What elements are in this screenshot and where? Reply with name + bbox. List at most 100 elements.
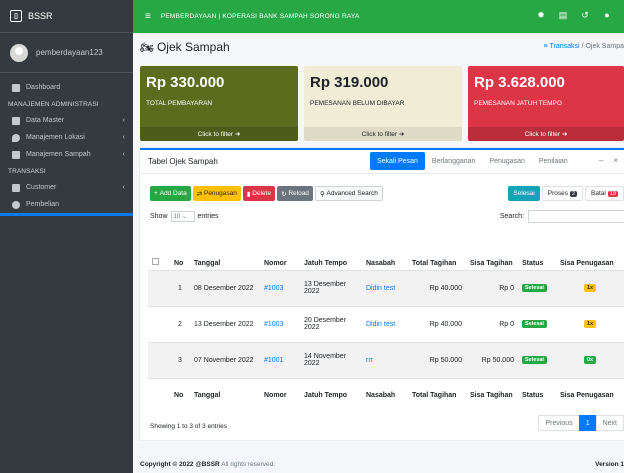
- penugasan-button[interactable]: ⇄ Penugasan: [192, 186, 241, 201]
- search-area: Search:: [500, 210, 624, 223]
- col-status[interactable]: Status: [518, 236, 556, 270]
- tab-berlangganan[interactable]: Berlangganan: [425, 152, 483, 170]
- tab-sekali-pesan[interactable]: Sekali Pesan: [370, 152, 425, 170]
- cell-nasabah-link[interactable]: Didin test: [362, 270, 408, 306]
- col-nasabah[interactable]: Nasabah: [362, 236, 408, 270]
- advanced-search-button[interactable]: ⚲ Advanced Search: [314, 186, 383, 201]
- rights-text: All rights reserved.: [221, 461, 276, 468]
- arrow-circle-right-icon: ➜: [398, 131, 405, 138]
- entries-select[interactable]: 10 ⌄: [170, 211, 195, 222]
- select-all-checkbox[interactable]: [152, 257, 159, 265]
- stat-filter-link[interactable]: Click to filter ➜: [304, 127, 462, 141]
- stat-boxes: Rp 330.000 TOTAL PEMBAYARAN Click to fil…: [140, 66, 624, 141]
- sidebar-item-pembelian[interactable]: Pembelian: [0, 196, 133, 213]
- col-nomor[interactable]: Nomor: [260, 236, 300, 270]
- hamburger-menu-icon[interactable]: ≡: [145, 11, 151, 22]
- nav-header-transaksi: TRANSAKSI: [8, 167, 46, 175]
- sidebar-item-manajemen-sampah[interactable]: Manajemen Sampah ‹: [0, 146, 133, 163]
- stat-label: PEMESANAN JATUH TEMPO: [474, 100, 562, 107]
- cell-nomor-link[interactable]: #1003: [260, 270, 300, 306]
- reload-button[interactable]: ↻ Reload: [277, 186, 313, 201]
- cell-nomor-link[interactable]: #1003: [260, 306, 300, 342]
- user-icon[interactable]: ●: [602, 10, 612, 20]
- brand[interactable]: ▯ BSSR: [0, 0, 133, 33]
- stat-box-belum-dibayar: Rp 319.000 PEMESANAN BELUM DIBAYAR Click…: [304, 66, 462, 141]
- col-no[interactable]: No: [170, 236, 190, 270]
- close-icon[interactable]: ×: [613, 156, 618, 165]
- footer-col-nomor: Nomor: [264, 391, 287, 399]
- filter-proses-button[interactable]: Proses 2: [541, 186, 584, 201]
- pagination-next[interactable]: Next: [595, 415, 624, 431]
- cell-total-tagihan: Rp 40.000: [408, 270, 466, 306]
- breadcrumb-link-label: Transaksi: [549, 43, 580, 50]
- tab-penugasan[interactable]: Penugasan: [482, 152, 531, 170]
- footer-col-total-tagihan: Total Tagihan: [412, 391, 457, 399]
- sidebar-item-active-indicator: [0, 213, 133, 216]
- penugasan-label: Penugasan: [203, 190, 237, 197]
- avatar: [10, 43, 28, 62]
- cart-icon: [12, 200, 20, 209]
- user-name[interactable]: pemberdayaan123: [36, 48, 103, 57]
- search-input[interactable]: [528, 210, 624, 223]
- pagination-page-1[interactable]: 1: [578, 415, 597, 431]
- chevron-left-icon: ‹: [122, 117, 125, 124]
- tab-penilaian[interactable]: Penilaian: [532, 152, 575, 170]
- cell-sisa-penugasan: 0x: [556, 342, 624, 378]
- search-label: Search:: [499, 213, 524, 220]
- filter-selesai-button[interactable]: Selesai: [508, 186, 540, 201]
- col-sisa-tagihan[interactable]: Sisa Tagihan: [466, 236, 518, 270]
- pagination-previous[interactable]: Previous: [538, 415, 580, 431]
- stat-filter-link[interactable]: Click to filter ➜: [468, 127, 624, 141]
- dashboard-icon: [12, 83, 20, 92]
- copyright: Copyright © 2022 @BSSR All rights reserv…: [140, 461, 275, 468]
- chevron-left-icon: ‹: [122, 134, 125, 141]
- minimize-icon[interactable]: –: [599, 156, 603, 165]
- page-title-text: Ojek Sampah: [156, 40, 230, 54]
- cell-total-tagihan: Rp 40.000: [429, 320, 462, 328]
- filter-batal-label: Batal: [591, 190, 606, 197]
- gear-icon[interactable]: ✹: [536, 10, 546, 20]
- col-total-tagihan[interactable]: Total Tagihan: [408, 236, 466, 270]
- user-panel[interactable]: pemberdayaan123: [0, 33, 133, 73]
- cell-total-tagihan: Rp 50.000: [408, 342, 466, 378]
- cell-nasabah-link[interactable]: Didin test: [362, 306, 408, 342]
- col-tanggal[interactable]: Tanggal: [190, 236, 260, 270]
- table-toolbar: + Add Data ⇄ Penugasan ▮ Delete ↻ Reload…: [150, 186, 385, 201]
- show-prefix: Show: [150, 213, 168, 220]
- calculator-icon[interactable]: ▤: [558, 10, 568, 20]
- cell-sisa-penugasan: 1x: [556, 306, 624, 342]
- batal-count-badge: 19: [607, 190, 618, 197]
- penugasan-badge: 1x: [583, 284, 597, 292]
- col-jatuh-tempo[interactable]: Jatuh Tempo: [300, 236, 362, 270]
- breadcrumb-link-transaksi[interactable]: ≡ Transaksi: [544, 43, 580, 50]
- filter-proses-label: Proses: [547, 190, 568, 197]
- ojek-sampah-card: Tabel Ojek Sampah Sekali Pesan Berlangga…: [140, 148, 624, 440]
- navbar-icons: ✹ ▤ ↺ ●: [536, 10, 624, 21]
- table-row[interactable]: 1 08 Desember 2022 #1003 13 Desember 202…: [148, 270, 624, 306]
- filter-batal-button[interactable]: Batal 19: [585, 186, 624, 201]
- cell-nasabah-link[interactable]: rrr: [362, 342, 408, 378]
- table-info: Showing 1 to 3 of 3 entries: [150, 423, 227, 430]
- footer-col-sisa-tagihan: Sisa Tagihan: [470, 391, 513, 399]
- arrow-circle-right-icon: ➜: [561, 131, 568, 138]
- col-sisa-penugasan[interactable]: Sisa Penugasan: [556, 236, 624, 270]
- trash-icon: [12, 150, 20, 159]
- undo-icon[interactable]: ↺: [580, 10, 590, 20]
- delete-button[interactable]: ▮ Delete: [242, 186, 276, 201]
- sidebar-item-manajemen-lokasi[interactable]: Manajemen Lokasi ‹: [0, 129, 133, 146]
- table-row[interactable]: 3 07 November 2022 #1001 14 November 202…: [148, 342, 624, 378]
- cell-nomor-link[interactable]: #1001: [260, 342, 300, 378]
- select-all-header[interactable]: [148, 236, 170, 270]
- add-data-button[interactable]: + Add Data: [150, 186, 191, 201]
- delete-label: Delete: [252, 190, 272, 197]
- row-checkbox-cell: [148, 342, 170, 378]
- entries-select-value: 10: [173, 213, 181, 220]
- sidebar-item-customer[interactable]: Customer ‹: [0, 179, 133, 196]
- sidebar-nav: Dashboard MANAJEMEN ADMINISTRASI Data Ma…: [0, 73, 133, 216]
- stat-filter-link[interactable]: Click to filter ➜: [140, 127, 298, 141]
- sidebar: ▯ BSSR pemberdayaan123 Dashboard MANAJEM…: [0, 0, 133, 473]
- sidebar-item-dashboard[interactable]: Dashboard: [0, 79, 133, 96]
- table-row[interactable]: 2 13 Desember 2022 #1003 20 Desember 202…: [148, 306, 624, 342]
- cell-status: Selesai: [518, 342, 556, 378]
- sidebar-item-data-master[interactable]: Data Master ‹: [0, 112, 133, 129]
